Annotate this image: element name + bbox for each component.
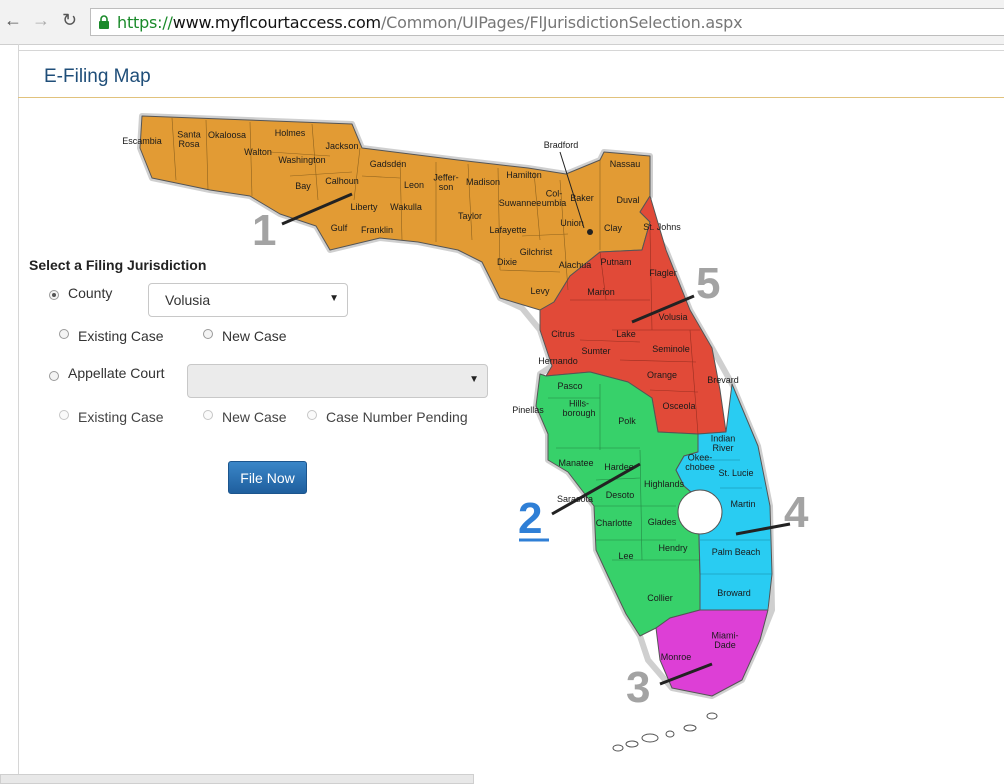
browser-toolbar: ← → ↻ https://www.myflcourtaccess.com/Co… xyxy=(0,0,1004,45)
forward-icon[interactable]: → xyxy=(32,11,50,29)
status-bar xyxy=(0,774,474,784)
county-select-value: Volusia xyxy=(165,292,211,308)
county-existing-case-radio[interactable] xyxy=(59,329,69,339)
chevron-down-icon: ▼ xyxy=(329,293,339,304)
county-new-case-label: New Case xyxy=(222,328,287,344)
region-3-area[interactable] xyxy=(655,609,769,697)
chevron-down-icon: ▼ xyxy=(469,374,479,385)
title-divider xyxy=(18,97,1004,98)
appellate-new-case-radio[interactable] xyxy=(203,410,213,420)
region-1-number[interactable]: 1 xyxy=(252,206,276,255)
appellate-court-select[interactable]: ▼ xyxy=(187,364,488,398)
page-border-left xyxy=(18,44,19,784)
case-number-pending-radio[interactable] xyxy=(307,410,317,420)
appellate-court-radio[interactable] xyxy=(49,371,59,381)
region-4-number[interactable]: 4 xyxy=(784,488,809,537)
county-new-case-radio[interactable] xyxy=(203,329,213,339)
region-5-number[interactable]: 5 xyxy=(696,259,720,308)
address-bar[interactable]: https://www.myflcourtaccess.com/Common/U… xyxy=(90,8,1004,36)
county-label: County xyxy=(68,285,113,301)
florida-map: 1 2 3 4 5 Escambia Santa Rosa Okaloosa Wa… xyxy=(122,113,809,752)
appellate-court-label: Appellate Court xyxy=(68,365,165,381)
page-title: E-Filing Map xyxy=(44,66,151,87)
appellate-existing-case-label: Existing Case xyxy=(78,409,164,425)
back-icon[interactable]: ← xyxy=(4,11,22,29)
form-heading: Select a Filing Jurisdiction xyxy=(29,257,207,273)
region-2-number[interactable]: 2 xyxy=(518,494,542,543)
appellate-new-case-label: New Case xyxy=(222,409,287,425)
file-now-button[interactable]: File Now xyxy=(228,461,307,494)
case-number-pending-label: Case Number Pending xyxy=(326,409,468,425)
county-select[interactable]: Volusia ▼ xyxy=(148,283,348,317)
region-3-number[interactable]: 3 xyxy=(626,663,650,712)
reload-icon[interactable]: ↻ xyxy=(62,11,77,29)
lock-icon xyxy=(99,15,109,29)
page-border-top xyxy=(18,50,1004,51)
county-existing-case-label: Existing Case xyxy=(78,328,164,344)
county-radio[interactable] xyxy=(49,290,59,300)
florida-keys-shape xyxy=(612,712,718,752)
appellate-existing-case-radio[interactable] xyxy=(59,410,69,420)
url-text: https://www.myflcourtaccess.com/Common/U… xyxy=(117,13,743,32)
county-label-bradford[interactable]: Bradford xyxy=(544,140,579,150)
